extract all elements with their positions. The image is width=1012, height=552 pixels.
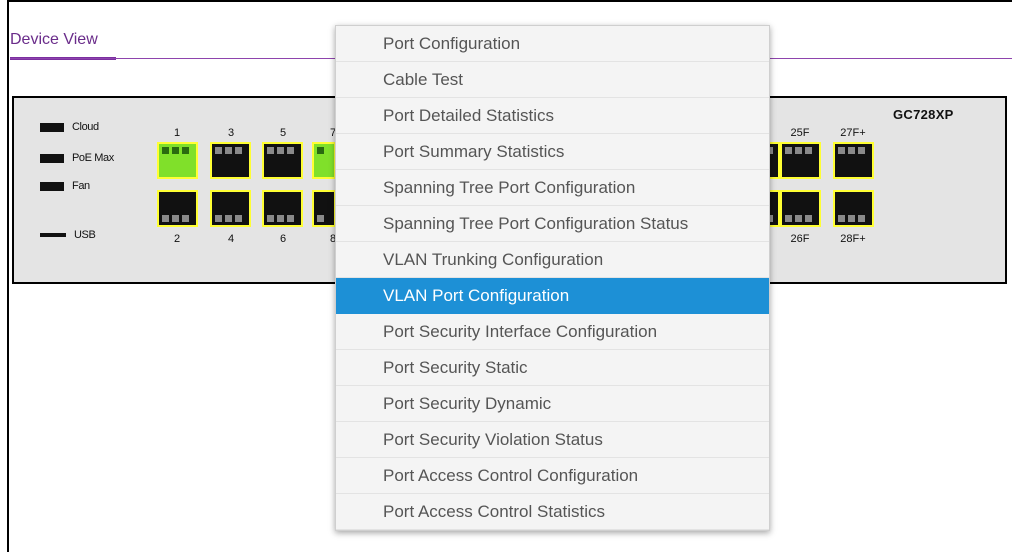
port-2[interactable] — [157, 190, 198, 227]
port-26f[interactable] — [780, 190, 821, 227]
ethernet-port-icon — [314, 192, 334, 225]
led-label-usb: USB — [74, 229, 96, 241]
led-poe-max: PoE Max — [40, 152, 114, 164]
menu-item-port-access-control-statistics[interactable]: Port Access Control Statistics — [336, 494, 769, 530]
device-view-tab[interactable]: Device View — [10, 31, 98, 49]
led-label-poe-max: PoE Max — [72, 152, 114, 164]
menu-item-port-security-dynamic[interactable]: Port Security Dynamic — [336, 386, 769, 422]
ethernet-port-icon — [212, 144, 249, 177]
port-8[interactable] — [312, 190, 336, 227]
ethernet-port-icon — [264, 144, 301, 177]
port-label-5: 5 — [279, 127, 287, 139]
port-1[interactable] — [157, 142, 198, 179]
port-label-6: 6 — [279, 233, 287, 245]
ethernet-port-icon — [782, 192, 819, 225]
menu-item-port-security-interface-configuration[interactable]: Port Security Interface Configuration — [336, 314, 769, 350]
port-label-2: 2 — [173, 233, 181, 245]
led-fan: Fan — [40, 180, 90, 192]
ethernet-port-icon — [782, 144, 819, 177]
port-label-28f: 28F+ — [840, 233, 866, 245]
ethernet-port-icon — [314, 144, 334, 177]
ethernet-port-icon — [159, 144, 196, 177]
port-label-27f: 27F+ — [840, 127, 866, 139]
ethernet-port-icon — [264, 192, 301, 225]
port-6[interactable] — [262, 190, 303, 227]
led-label-fan: Fan — [72, 180, 90, 192]
port-label-4: 4 — [227, 233, 235, 245]
menu-item-spanning-tree-port-configuration[interactable]: Spanning Tree Port Configuration — [336, 170, 769, 206]
menu-item-port-detailed-statistics[interactable]: Port Detailed Statistics — [336, 98, 769, 134]
port-4[interactable] — [210, 190, 251, 227]
menu-item-vlan-port-configuration[interactable]: VLAN Port Configuration — [336, 278, 769, 314]
ethernet-port-icon — [835, 192, 872, 225]
poe-max-led-icon — [40, 153, 64, 163]
port-context-menu: Port Configuration Cable Test Port Detai… — [335, 25, 770, 531]
port-7[interactable] — [312, 142, 336, 179]
menu-item-port-security-static[interactable]: Port Security Static — [336, 350, 769, 386]
port-3[interactable] — [210, 142, 251, 179]
port-27f[interactable] — [833, 142, 874, 179]
port-label-3: 3 — [227, 127, 235, 139]
menu-item-vlan-trunking-configuration[interactable]: VLAN Trunking Configuration — [336, 242, 769, 278]
ethernet-port-icon — [159, 192, 196, 225]
menu-item-cable-test[interactable]: Cable Test — [336, 62, 769, 98]
led-cloud: Cloud — [40, 121, 99, 133]
ethernet-port-icon — [835, 144, 872, 177]
port-label-25f: 25F — [790, 127, 810, 139]
menu-item-port-security-violation-status[interactable]: Port Security Violation Status — [336, 422, 769, 458]
model-label: GC728XP — [893, 107, 954, 122]
ethernet-port-icon — [212, 192, 249, 225]
port-label-1: 1 — [173, 127, 181, 139]
menu-item-spanning-tree-port-configuration-status[interactable]: Spanning Tree Port Configuration Status — [336, 206, 769, 242]
usb-port-icon — [40, 233, 66, 237]
fan-led-icon — [40, 181, 64, 191]
cloud-led-icon — [40, 122, 64, 132]
port-label-26f: 26F — [790, 233, 810, 245]
menu-item-port-summary-statistics[interactable]: Port Summary Statistics — [336, 134, 769, 170]
led-label-cloud: Cloud — [72, 121, 99, 133]
led-usb: USB — [40, 229, 96, 241]
menu-item-port-access-control-configuration[interactable]: Port Access Control Configuration — [336, 458, 769, 494]
port-25f[interactable] — [780, 142, 821, 179]
port-28f[interactable] — [833, 190, 874, 227]
menu-item-port-configuration[interactable]: Port Configuration — [336, 26, 769, 62]
port-5[interactable] — [262, 142, 303, 179]
